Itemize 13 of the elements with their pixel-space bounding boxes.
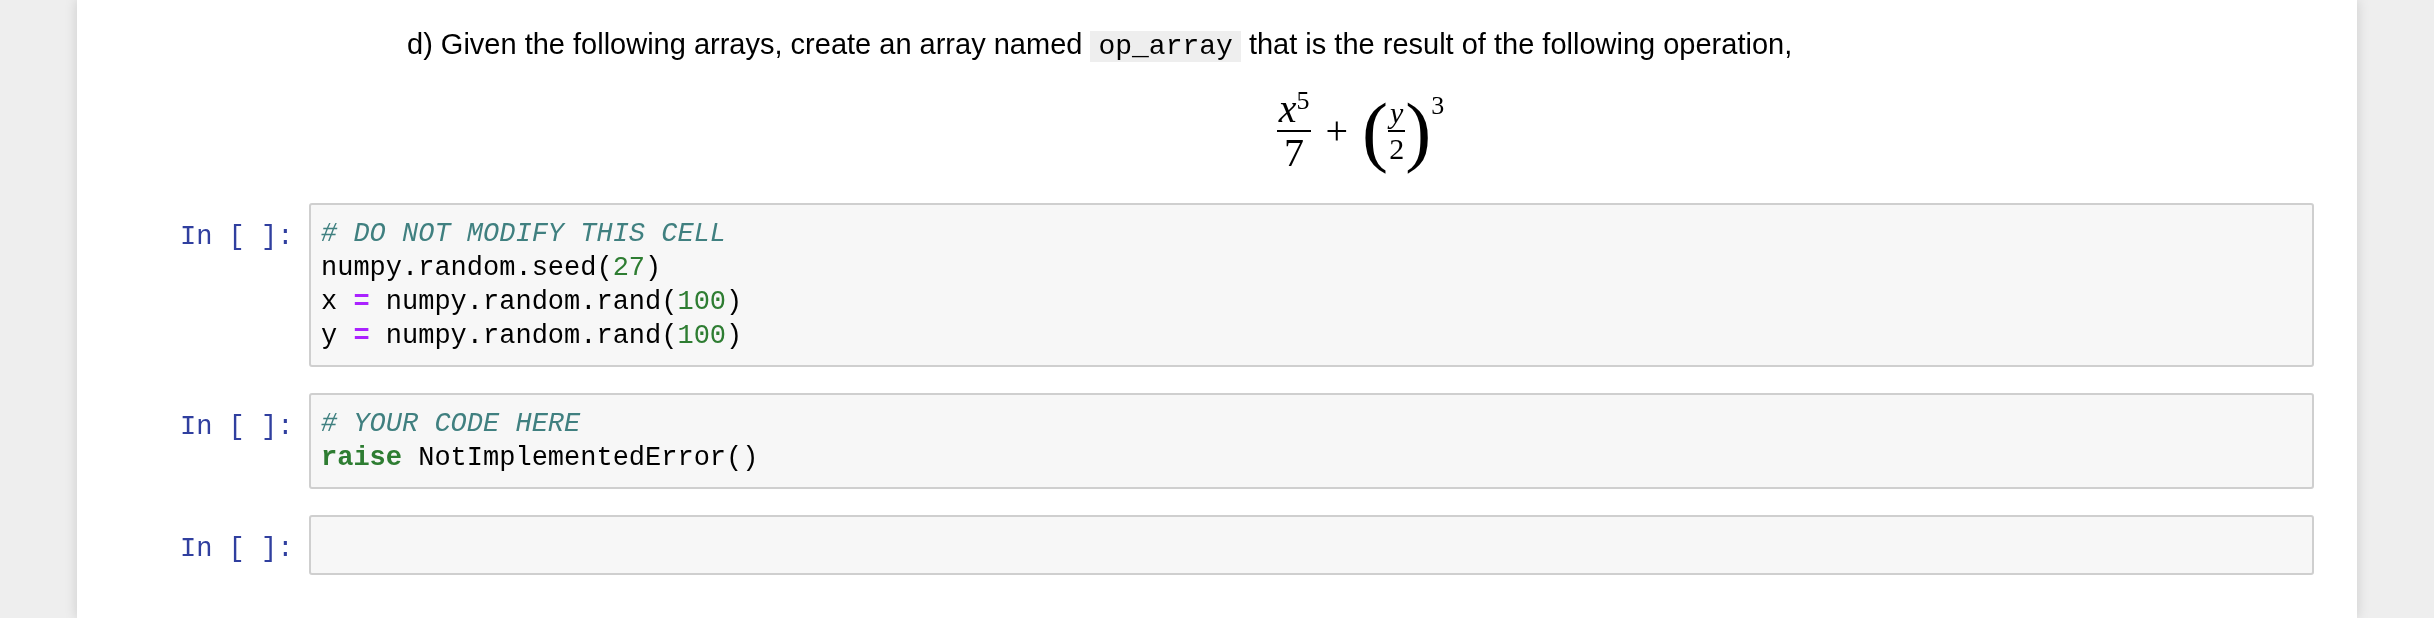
cell-prompt: In [ ]: xyxy=(180,221,295,254)
code-line: raise NotImplementedError() xyxy=(321,442,760,475)
code-line: x = numpy.random.rand(100) xyxy=(321,286,744,319)
markdown-text: d) Given the following arrays, create an array named op_array that is the result of the following operation, xyxy=(407,27,1794,64)
cell-prompt: In [ ]: xyxy=(180,411,295,444)
code-cell[interactable]: # DO NOT MODIFY THIS CELL numpy.random.seed(27) x = numpy.random.rand(100) y = numpy.random.rand(100) xyxy=(309,203,2314,367)
code-line: y = numpy.random.rand(100) xyxy=(321,320,744,353)
code-line: # YOUR CODE HERE xyxy=(321,408,582,441)
code-cell[interactable]: # YOUR CODE HERE raise NotImplementedError() xyxy=(309,393,2314,489)
cell-prompt: In [ ]: xyxy=(180,533,295,566)
code-cell[interactable] xyxy=(309,515,2314,575)
code-line: numpy.random.seed(27) xyxy=(321,252,663,285)
code-line: # DO NOT MODIFY THIS CELL xyxy=(321,218,728,251)
